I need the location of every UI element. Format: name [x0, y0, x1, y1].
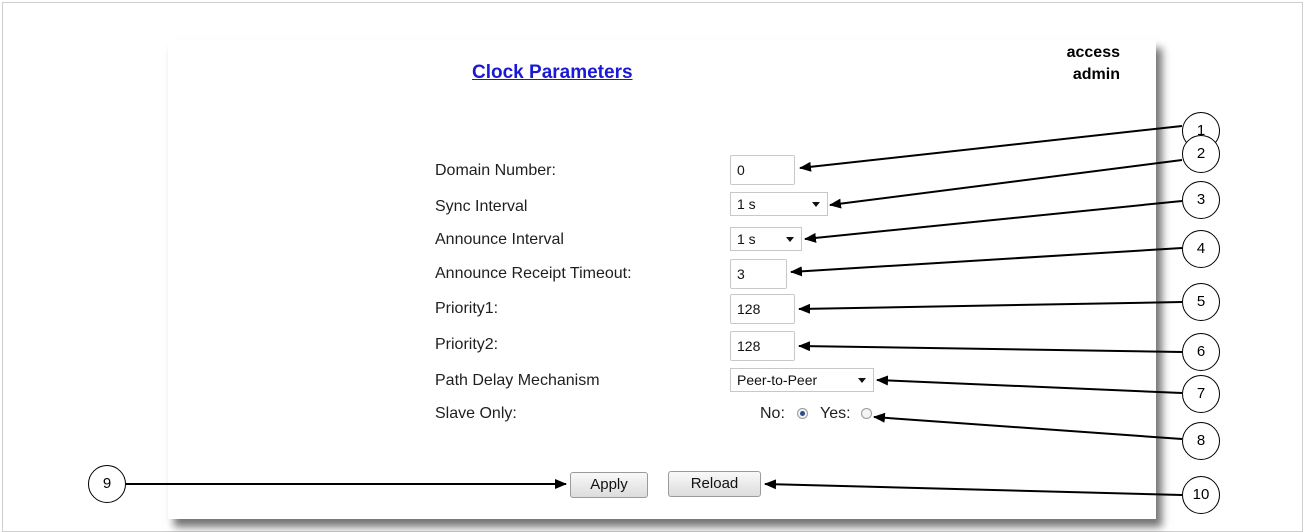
callout-arrow-2 — [829, 159, 1183, 209]
callout-5: 5 — [1182, 283, 1220, 321]
callout-arrow-7 — [876, 375, 1183, 394]
callout-arrow-10 — [764, 479, 1183, 496]
callout-9: 9 — [88, 465, 126, 503]
callout-arrow-5 — [798, 301, 1183, 314]
callout-10: 10 — [1182, 476, 1220, 514]
callout-4: 4 — [1182, 230, 1220, 268]
callout-arrow-8 — [873, 412, 1183, 440]
callout-arrow-1 — [799, 125, 1183, 172]
callout-arrow-4 — [790, 247, 1183, 277]
callout-arrows — [126, 125, 1183, 496]
callout-7: 7 — [1182, 375, 1220, 413]
callout-arrow-6 — [798, 341, 1183, 353]
callout-2: 2 — [1182, 135, 1220, 173]
callout-arrow-3 — [804, 200, 1183, 243]
callout-8: 8 — [1182, 422, 1220, 460]
callout-3: 3 — [1182, 181, 1220, 219]
callout-6: 6 — [1182, 333, 1220, 371]
